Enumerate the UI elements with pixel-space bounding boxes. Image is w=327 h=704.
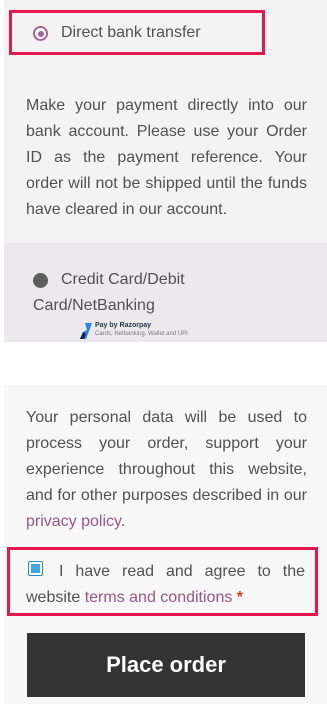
terms-label: I have read and agree to the website ter… (26, 559, 305, 611)
privacy-text: Your personal data will be used to proce… (26, 409, 307, 504)
privacy-notice: Your personal data will be used to proce… (26, 405, 307, 535)
razorpay-label-line1[interactable]: Credit Card/Debit (61, 271, 185, 289)
bank-transfer-radio[interactable] (33, 26, 48, 41)
privacy-policy-link[interactable]: privacy policy (26, 513, 121, 530)
razorpay-radio[interactable] (33, 273, 48, 288)
privacy-period: . (120, 513, 126, 530)
bank-transfer-label[interactable]: Direct bank transfer (61, 24, 201, 42)
razorpay-logo-subtitle: Cards, Netbanking, Wallet and UPI (95, 331, 188, 337)
place-order-button[interactable]: Place order (27, 633, 305, 697)
required-marker: * (236, 589, 244, 606)
bank-transfer-description: Make your payment directly into our bank… (26, 97, 307, 218)
razorpay-logo-title: Pay by Razorpay (95, 322, 152, 329)
razorpay-panel (4, 243, 327, 342)
razorpay-logo-icon (80, 323, 92, 339)
terms-and-conditions-link[interactable]: terms and conditions (85, 589, 233, 606)
razorpay-label-line2[interactable]: Card/NetBanking (33, 297, 155, 315)
